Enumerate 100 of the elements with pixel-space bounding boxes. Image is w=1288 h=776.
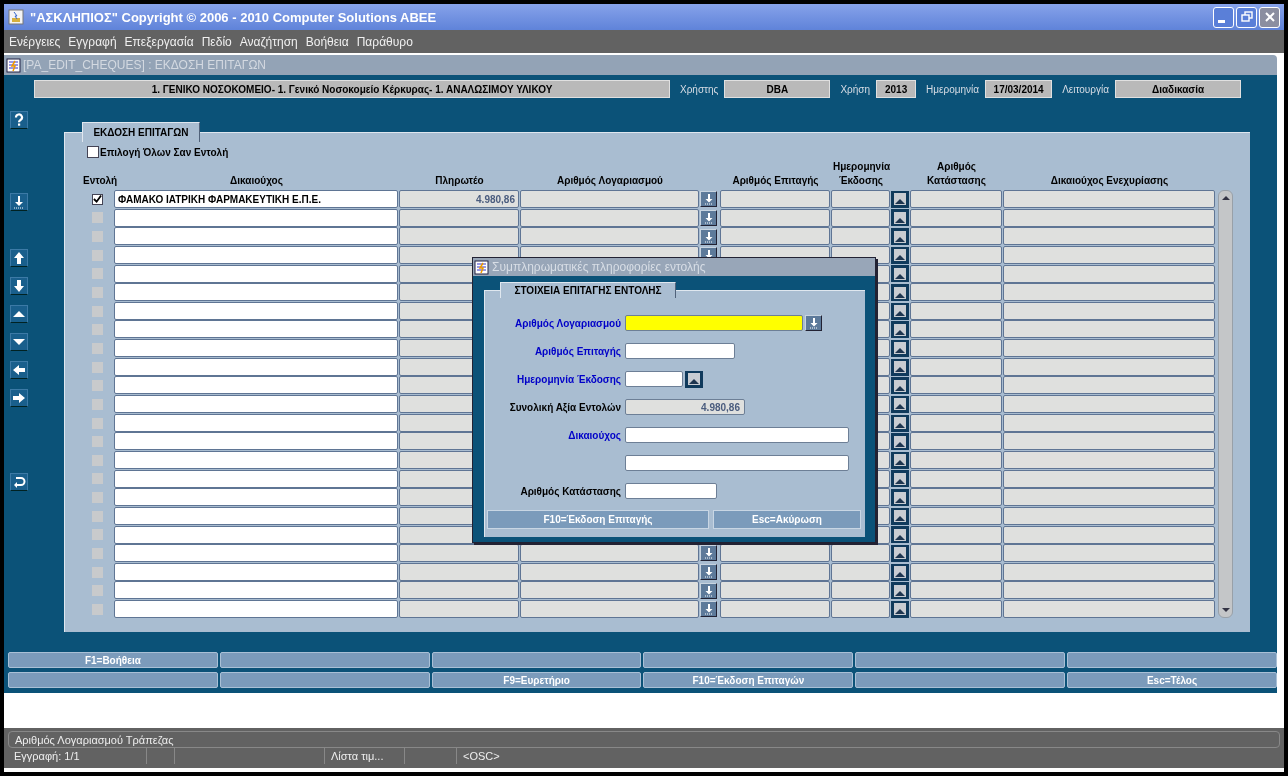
table-field[interactable] [910, 413, 1002, 432]
table-field[interactable] [910, 301, 1002, 320]
table-field[interactable] [520, 227, 699, 246]
calendar-button[interactable] [891, 302, 909, 320]
table-field[interactable] [1003, 264, 1215, 283]
table-field[interactable] [1003, 413, 1215, 432]
list-button[interactable] [700, 191, 717, 208]
table-field[interactable] [1003, 544, 1215, 563]
menu-item[interactable]: Βοήθεια [305, 34, 349, 49]
table-field[interactable]: ΦΑΜΑΚΟ ΙΑΤΡΙΚΗ ΦΑΡΜΑΚΕΥΤΙΚΗ Ε.Π.Ε. [114, 190, 398, 208]
input-field[interactable] [625, 455, 849, 471]
calendar-button[interactable] [891, 582, 909, 600]
table-field[interactable] [1003, 432, 1215, 451]
table-field[interactable] [114, 376, 398, 395]
table-field[interactable] [1003, 525, 1215, 544]
table-field[interactable] [114, 320, 398, 339]
function-key-button[interactable]: F10=Έκδοση Επιταγών [643, 672, 854, 688]
table-field[interactable] [1003, 227, 1215, 246]
table-field[interactable] [520, 600, 699, 619]
table-field[interactable] [1003, 581, 1215, 600]
table-field[interactable] [520, 190, 699, 208]
calendar-button[interactable] [891, 395, 909, 413]
table-field[interactable] [831, 581, 890, 600]
menu-item[interactable]: Παράθυρο [356, 34, 413, 49]
table-field[interactable] [1003, 562, 1215, 581]
input-field[interactable] [625, 427, 849, 443]
menu-item[interactable]: Αναζήτηση [239, 34, 298, 49]
table-field[interactable] [910, 432, 1002, 451]
calendar-button[interactable] [891, 433, 909, 451]
table-field[interactable] [831, 600, 890, 619]
scrollbar[interactable] [1218, 190, 1233, 618]
calendar-button[interactable] [891, 228, 909, 246]
table-field[interactable] [114, 581, 398, 600]
table-field[interactable] [831, 227, 890, 246]
input-field[interactable] [625, 371, 683, 387]
calendar-button[interactable] [891, 451, 909, 469]
list-button[interactable] [805, 315, 822, 331]
calendar-button[interactable] [891, 545, 909, 562]
function-key-button[interactable]: Esc=Τέλος [1067, 672, 1277, 688]
calendar-button[interactable] [891, 190, 909, 208]
table-field[interactable] [910, 525, 1002, 544]
list-button[interactable] [700, 564, 717, 581]
list-button[interactable] [700, 601, 717, 618]
toolbar-button[interactable] [10, 389, 28, 407]
table-field[interactable] [1003, 469, 1215, 488]
calendar-button[interactable] [891, 470, 909, 488]
table-field[interactable] [720, 562, 830, 581]
table-field[interactable] [910, 562, 1002, 581]
calendar-button[interactable] [891, 507, 909, 525]
dialog-tab[interactable]: ΣΤΟΙΧΕΙΑ ΕΠΙΤΑΓΗΣ ΕΝΤΟΛΗΣ [500, 282, 676, 298]
table-field[interactable] [1003, 190, 1215, 208]
table-field[interactable] [114, 283, 398, 302]
menu-item[interactable]: Πεδίο [201, 34, 232, 49]
table-field[interactable] [720, 208, 830, 227]
table-field[interactable] [114, 208, 398, 227]
table-field[interactable] [114, 600, 398, 619]
table-field[interactable] [910, 227, 1002, 246]
table-field[interactable] [520, 208, 699, 227]
table-field[interactable] [114, 227, 398, 246]
table-field[interactable] [720, 600, 830, 619]
table-field[interactable] [1003, 450, 1215, 469]
dialog-button[interactable]: Esc=Ακύρωση [713, 510, 861, 529]
table-field[interactable] [910, 581, 1002, 600]
toolbar-button[interactable] [10, 361, 28, 379]
table-field[interactable] [114, 395, 398, 414]
table-field[interactable] [114, 413, 398, 432]
function-key-button[interactable]: F1=Βοήθεια [8, 652, 218, 668]
toolbar-button[interactable] [10, 473, 28, 491]
table-field[interactable] [1003, 320, 1215, 339]
table-field[interactable] [831, 544, 890, 563]
table-field[interactable] [114, 245, 398, 264]
restore-button[interactable] [1236, 6, 1257, 28]
calendar-button[interactable] [891, 284, 909, 301]
table-field[interactable] [831, 562, 890, 581]
calendar-button[interactable] [891, 563, 909, 581]
table-field[interactable] [114, 339, 398, 358]
table-field[interactable] [910, 190, 1002, 208]
table-field[interactable] [910, 357, 1002, 376]
table-field[interactable] [114, 301, 398, 320]
calendar-button[interactable] [891, 414, 909, 432]
table-field[interactable] [910, 339, 1002, 358]
list-button[interactable] [700, 582, 717, 599]
toolbar-button[interactable] [10, 305, 28, 323]
toolbar-button[interactable] [10, 249, 28, 267]
table-field[interactable] [910, 376, 1002, 395]
table-field[interactable] [1003, 208, 1215, 227]
table-field[interactable] [720, 581, 830, 600]
calendar-button[interactable] [891, 265, 909, 283]
table-field[interactable] [1003, 339, 1215, 358]
input-field[interactable] [625, 483, 717, 499]
toolbar-button[interactable] [10, 111, 28, 129]
table-field[interactable] [114, 357, 398, 376]
table-field[interactable] [114, 469, 398, 488]
table-field[interactable] [114, 562, 398, 581]
table-field[interactable] [1003, 245, 1215, 264]
table-field[interactable] [114, 450, 398, 469]
table-field[interactable] [114, 432, 398, 451]
list-button[interactable] [700, 228, 717, 245]
table-field[interactable] [1003, 600, 1215, 619]
dialog-button[interactable]: F10=Έκδοση Επιταγής [487, 510, 709, 529]
